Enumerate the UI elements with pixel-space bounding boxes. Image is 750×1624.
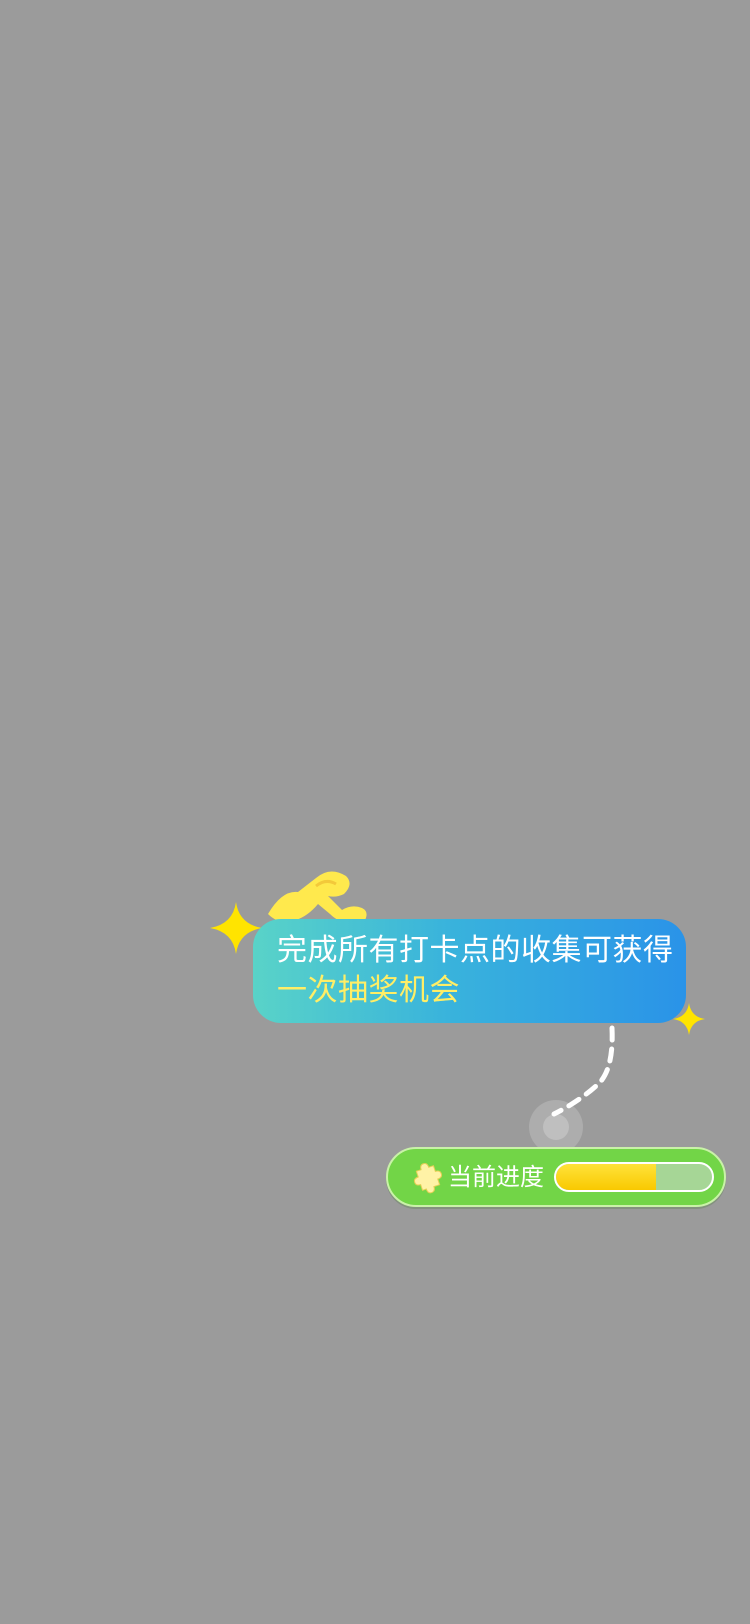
progress-widget[interactable]: 当前进度 xyxy=(386,1147,726,1207)
progress-bar xyxy=(554,1162,714,1192)
touch-indicator-dot xyxy=(543,1114,569,1140)
guide-tooltip: 完成所有打卡点的收集可获得 一次抽奖机会 xyxy=(253,919,686,1023)
touch-indicator-icon xyxy=(529,1100,583,1154)
tooltip-text-highlight: 一次抽奖机会 xyxy=(277,973,460,1008)
sparkle-icon xyxy=(673,1003,705,1035)
tooltip-text-line1: 完成所有打卡点的收集可获得 xyxy=(277,933,674,968)
progress-bar-fill xyxy=(556,1164,656,1190)
progress-label: 当前进度 xyxy=(448,1163,544,1191)
puzzle-icon xyxy=(413,1162,443,1194)
